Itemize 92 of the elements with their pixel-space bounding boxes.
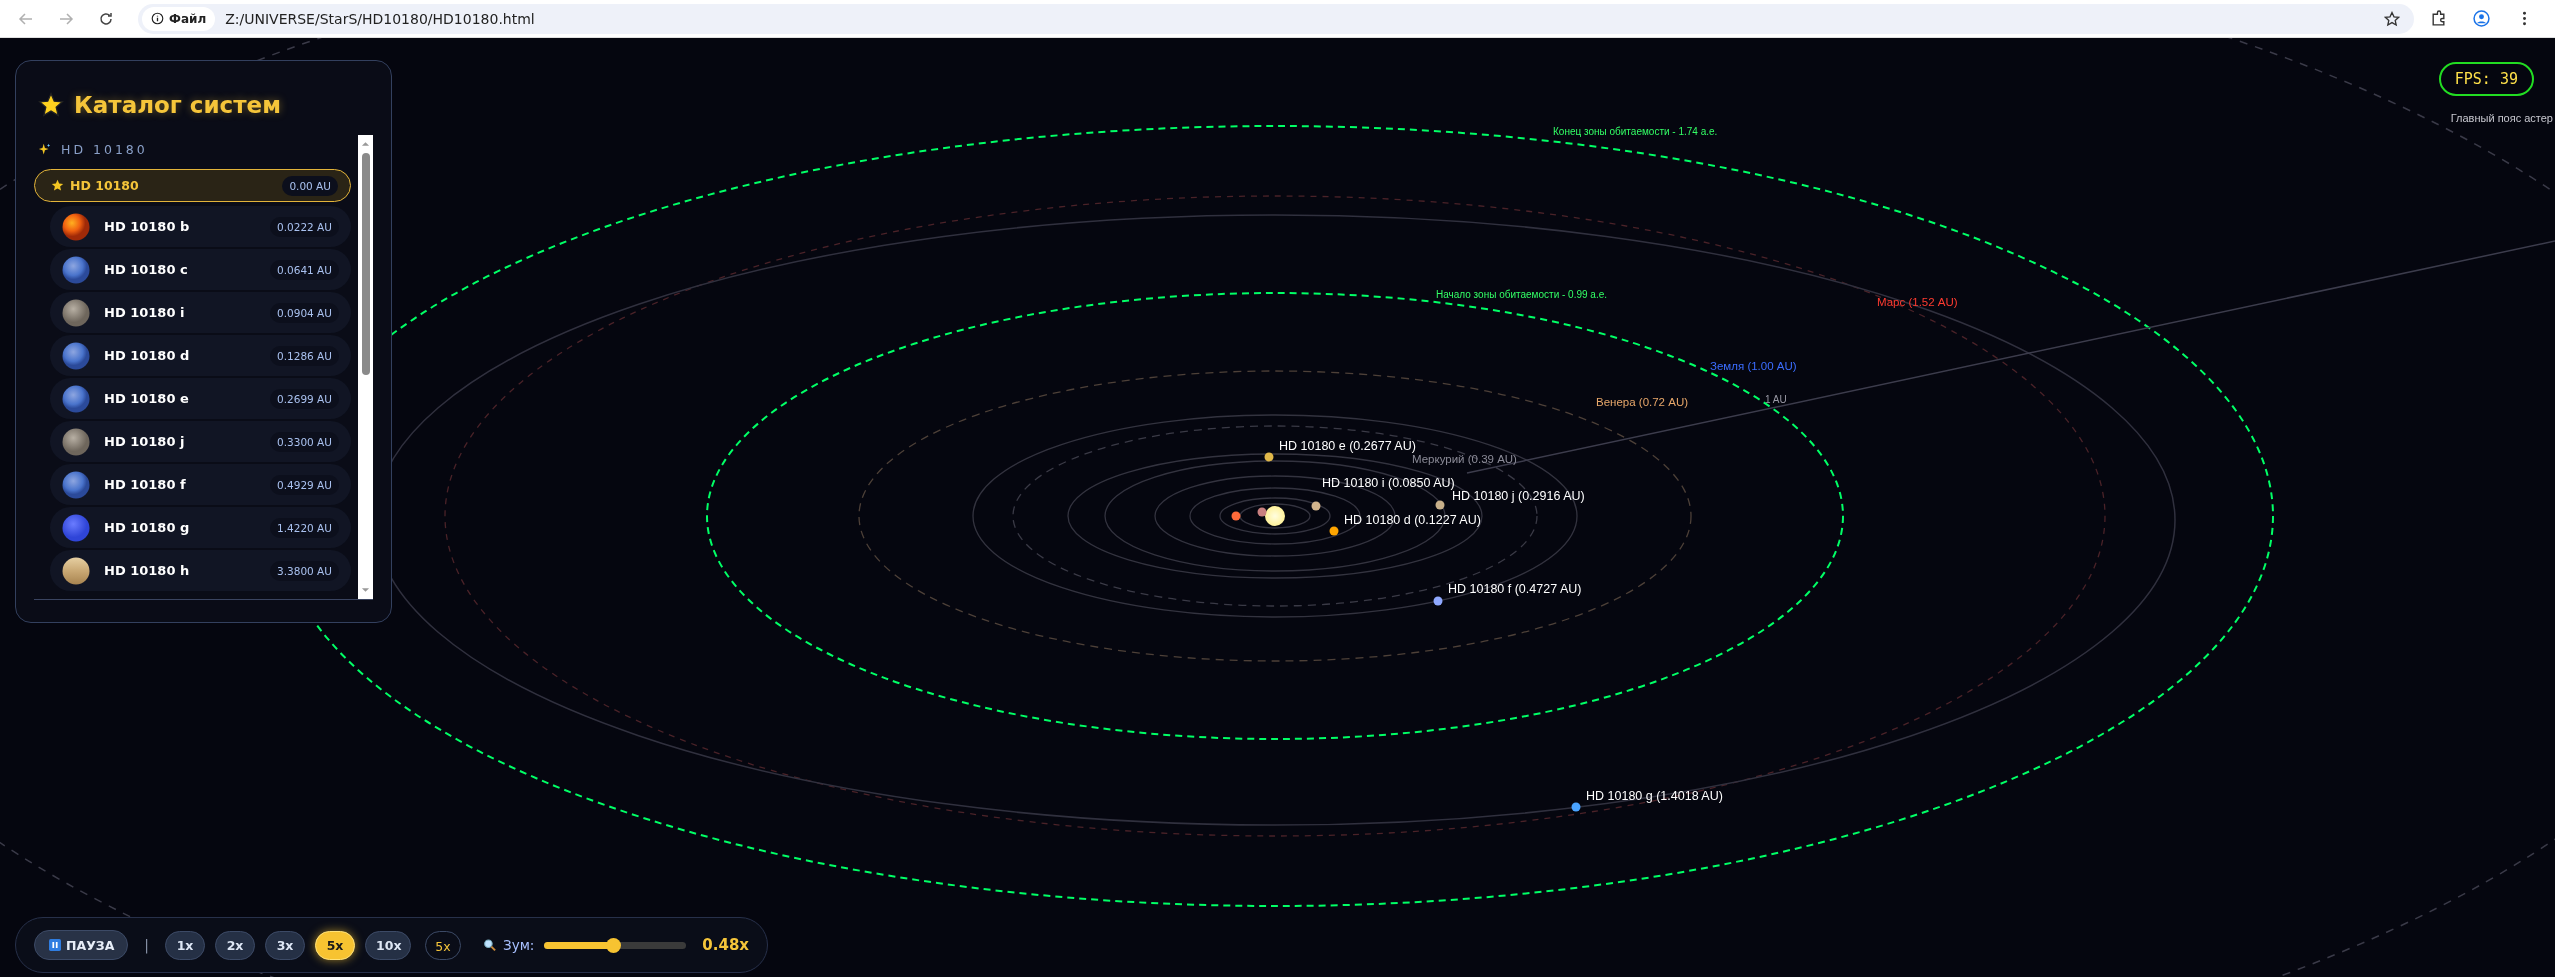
speed-button[interactable]: 10x (365, 930, 412, 960)
planet-name: HD 10180 g (104, 520, 191, 535)
zoom-value: 0.48x (702, 936, 749, 954)
planet-label: HD 10180 j (0.2916 AU) (1452, 489, 1585, 504)
system-name: HD 10180 (61, 141, 148, 157)
planet-label: HD 10180 i (0.0850 AU) (1322, 476, 1455, 491)
planet-list-item[interactable]: HD 10180 i 0.0904 AU (50, 292, 351, 333)
planet-dot (1231, 511, 1241, 521)
zone-label: Начало зоны обитаемости - 0.99 а.е. (1436, 288, 1608, 300)
star-icon (38, 92, 64, 118)
distance-pill: 0.4929 AU (270, 474, 339, 495)
distance-pill: 0.00 AU (282, 175, 338, 196)
scroll-down-icon[interactable] (361, 587, 370, 593)
planet-dot[interactable] (1433, 596, 1443, 606)
planet-icon (62, 255, 90, 284)
distance-pill: 0.0641 AU (270, 259, 339, 280)
speed-button[interactable]: 1x (165, 930, 206, 960)
fps-counter: FPS: 39 (2438, 62, 2534, 96)
profile-icon[interactable] (2473, 10, 2490, 27)
planet-label: HD 10180 g (1.4018 AU) (1586, 789, 1723, 804)
star-icon (51, 179, 64, 192)
speed-button[interactable]: 5x (315, 930, 356, 960)
distance-pill: 0.3300 AU (270, 431, 339, 452)
reference-orbit-label: Марс (1.52 AU) (1877, 296, 1958, 309)
planet-icon (62, 556, 90, 585)
distance-pill: 0.0904 AU (270, 302, 339, 323)
info-icon (151, 12, 164, 25)
zoom-label: Зум: (503, 937, 535, 953)
address-bar[interactable]: Файл Z:/UNIVERSE/StarS/HD10180/HD10180.html (138, 3, 2414, 34)
planet-list-item[interactable]: HD 10180 j 0.3300 AU (50, 421, 351, 462)
planet-label: HD 10180 e (0.2677 AU) (1279, 439, 1416, 454)
star-drawing (1265, 506, 1285, 526)
planet-name: HD 10180 h (104, 563, 191, 578)
site-info-chip[interactable]: Файл (142, 6, 216, 31)
sparkle-icon (38, 142, 51, 156)
planet-name: HD 10180 c (104, 262, 189, 277)
scheme-label: Файл (169, 11, 207, 26)
reload-icon[interactable] (98, 10, 114, 27)
reference-orbit-label: 1 AU (1765, 393, 1787, 405)
slider-thumb[interactable] (605, 937, 621, 953)
planet-label: HD 10180 d (0.1227 AU) (1344, 513, 1481, 528)
zone-label: Конец зоны обитаемости - 1.74 а.е. (1553, 125, 1718, 137)
planet-list-item[interactable]: HD 10180 c 0.0641 AU (50, 249, 351, 290)
planet-dot (1257, 507, 1267, 517)
reference-orbit-label: Меркурий (0.39 AU) (1412, 453, 1517, 466)
distance-pill: 0.0222 AU (270, 216, 339, 237)
planet-icon (62, 384, 90, 413)
planet-list-item[interactable]: HD 10180 h 3.3800 AU (50, 550, 351, 591)
distance-pill: 0.2699 AU (270, 388, 339, 409)
planet-list-item[interactable]: HD 10180 b 0.0222 AU (50, 206, 351, 247)
distance-pill: 1.4220 AU (270, 517, 339, 538)
star-list-item[interactable]: HD 10180 0.00 AU (34, 169, 351, 202)
planet-icon (62, 298, 90, 327)
planet-name: HD 10180 i (104, 305, 186, 320)
planet-name: HD 10180 e (104, 391, 190, 406)
planet-icon (62, 470, 90, 499)
planet-icon (62, 341, 90, 370)
planet-name: HD 10180 f (104, 477, 187, 492)
planet-icon (62, 427, 90, 456)
search-icon (482, 938, 496, 952)
url-text: Z:/UNIVERSE/StarS/HD10180/HD10180.html (225, 10, 536, 27)
reference-orbit-label: Земля (1.00 AU) (1710, 360, 1797, 373)
planet-list-item[interactable]: HD 10180 f 0.4929 AU (50, 464, 351, 505)
planet-name: HD 10180 d (104, 348, 191, 363)
scroll-up-icon[interactable] (361, 141, 370, 147)
planet-dot[interactable] (1435, 500, 1445, 510)
planet-dot[interactable] (1311, 501, 1321, 511)
reference-orbit-label: Венера (0.72 AU) (1596, 396, 1688, 409)
planet-list-item[interactable]: HD 10180 g 1.4220 AU (50, 507, 351, 548)
planet-dot[interactable] (1571, 802, 1581, 812)
planet-dot[interactable] (1329, 526, 1339, 536)
panel-title: Каталог систем (74, 92, 281, 118)
planet-name: HD 10180 j (104, 434, 186, 449)
star-name: HD 10180 (70, 178, 140, 193)
distance-pill: 3.3800 AU (270, 560, 339, 581)
planet-dot[interactable] (1264, 452, 1274, 462)
planet-icon (62, 513, 90, 542)
planet-list-item[interactable]: HD 10180 e 0.2699 AU (50, 378, 351, 419)
bookmark-star-icon[interactable] (2384, 10, 2400, 27)
extensions-icon[interactable] (2430, 10, 2447, 27)
planet-list-item[interactable]: HD 10180 d 0.1286 AU (50, 335, 351, 376)
pause-button[interactable]: ПАУЗА (34, 930, 129, 960)
pause-icon (49, 939, 61, 951)
planet-icon (62, 212, 90, 241)
distance-pill: 0.1286 AU (270, 345, 339, 366)
scrollbar[interactable] (358, 135, 373, 599)
speed-button[interactable]: 2x (215, 930, 256, 960)
planet-label: HD 10180 f (0.4727 AU) (1448, 582, 1582, 597)
planet-name: HD 10180 b (104, 219, 191, 234)
zone-label: Главный пояс астер (2450, 111, 2553, 124)
separator: | (144, 937, 150, 953)
speed-button[interactable]: 3x (265, 930, 306, 960)
